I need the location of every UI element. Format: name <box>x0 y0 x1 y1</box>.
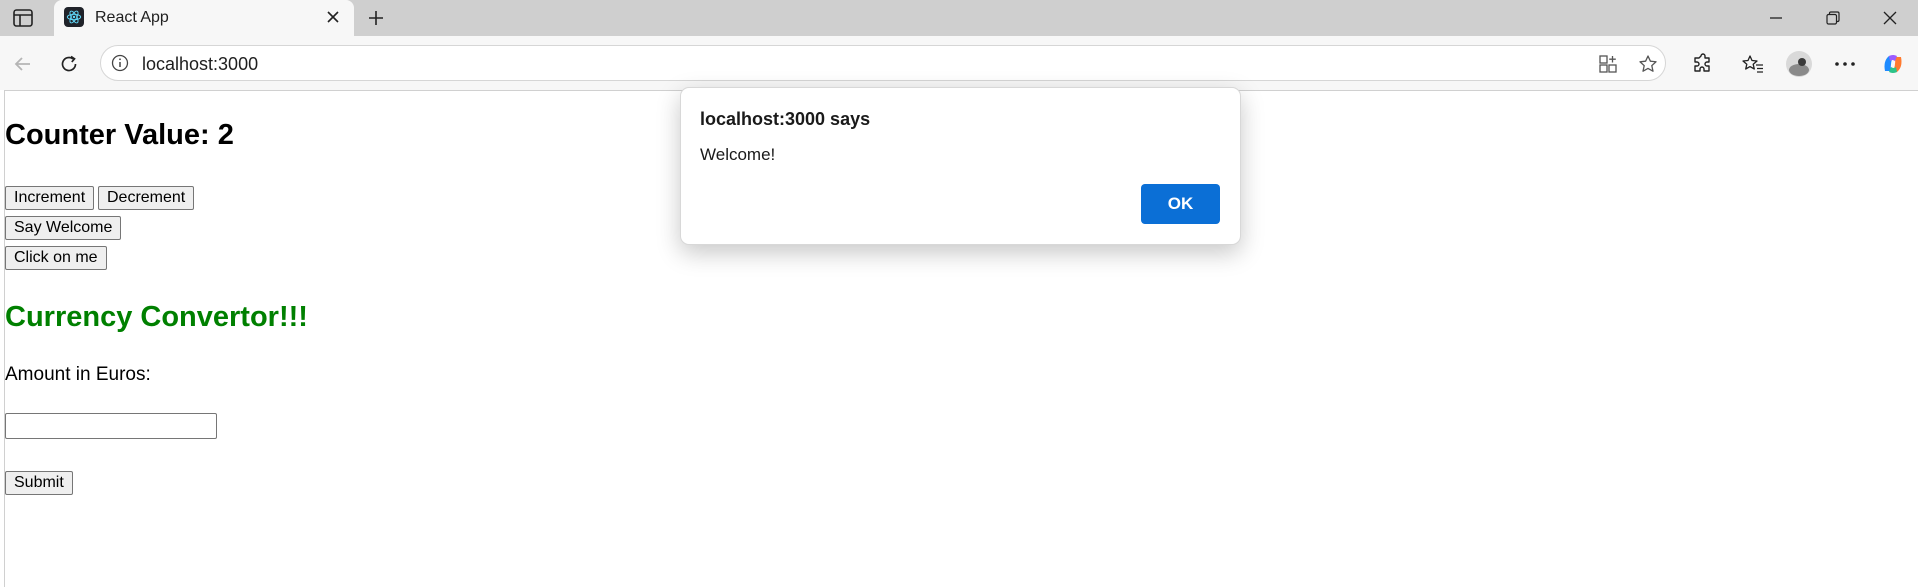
submit-button[interactable]: Submit <box>5 471 73 495</box>
app-available-icon[interactable] <box>1597 53 1619 75</box>
counter-heading: Counter Value: 2 <box>5 119 234 151</box>
dialog-message: Welcome! <box>700 145 776 164</box>
tab-actions-icon[interactable] <box>8 6 38 30</box>
currency-heading: Currency Convertor!!! <box>5 301 308 333</box>
browser-toolbar: localhost:3000 <box>0 36 1918 90</box>
tab-close-icon[interactable] <box>322 6 344 28</box>
browser-title-bar: React App <box>0 0 1918 36</box>
increment-button[interactable]: Increment <box>5 186 95 210</box>
copilot-icon[interactable] <box>1878 49 1908 79</box>
new-tab-plus-icon[interactable] <box>362 6 390 30</box>
minimize-icon[interactable] <box>1754 4 1798 32</box>
profile-avatar[interactable] <box>1784 49 1814 79</box>
back-arrow-icon[interactable] <box>8 49 38 79</box>
say-welcome-button[interactable]: Say Welcome <box>5 216 122 240</box>
restore-icon[interactable] <box>1811 4 1855 32</box>
amount-label: Amount in Euros: <box>5 364 151 385</box>
refresh-icon[interactable] <box>54 49 84 79</box>
extensions-icon[interactable] <box>1688 49 1718 79</box>
window-close-icon[interactable] <box>1868 4 1912 32</box>
react-logo-icon <box>64 7 84 27</box>
tab-title: React App <box>95 9 169 26</box>
site-info-icon[interactable] <box>111 54 129 72</box>
alert-dialog: localhost:3000 says Welcome! OK <box>680 87 1241 245</box>
browser-tab-active[interactable]: React App <box>54 0 354 36</box>
more-menu-icon[interactable] <box>1830 49 1860 79</box>
url-text: localhost:3000 <box>142 54 259 74</box>
favorite-star-icon[interactable] <box>1637 53 1659 75</box>
decrement-button[interactable]: Decrement <box>98 186 195 210</box>
address-bar[interactable]: localhost:3000 <box>100 45 1666 81</box>
dialog-title: localhost:3000 says <box>700 109 871 129</box>
favorites-icon[interactable] <box>1738 49 1768 79</box>
amount-input[interactable] <box>5 413 217 439</box>
ok-button[interactable]: OK <box>1141 184 1220 224</box>
click-on-me-button[interactable]: Click on me <box>5 246 107 270</box>
